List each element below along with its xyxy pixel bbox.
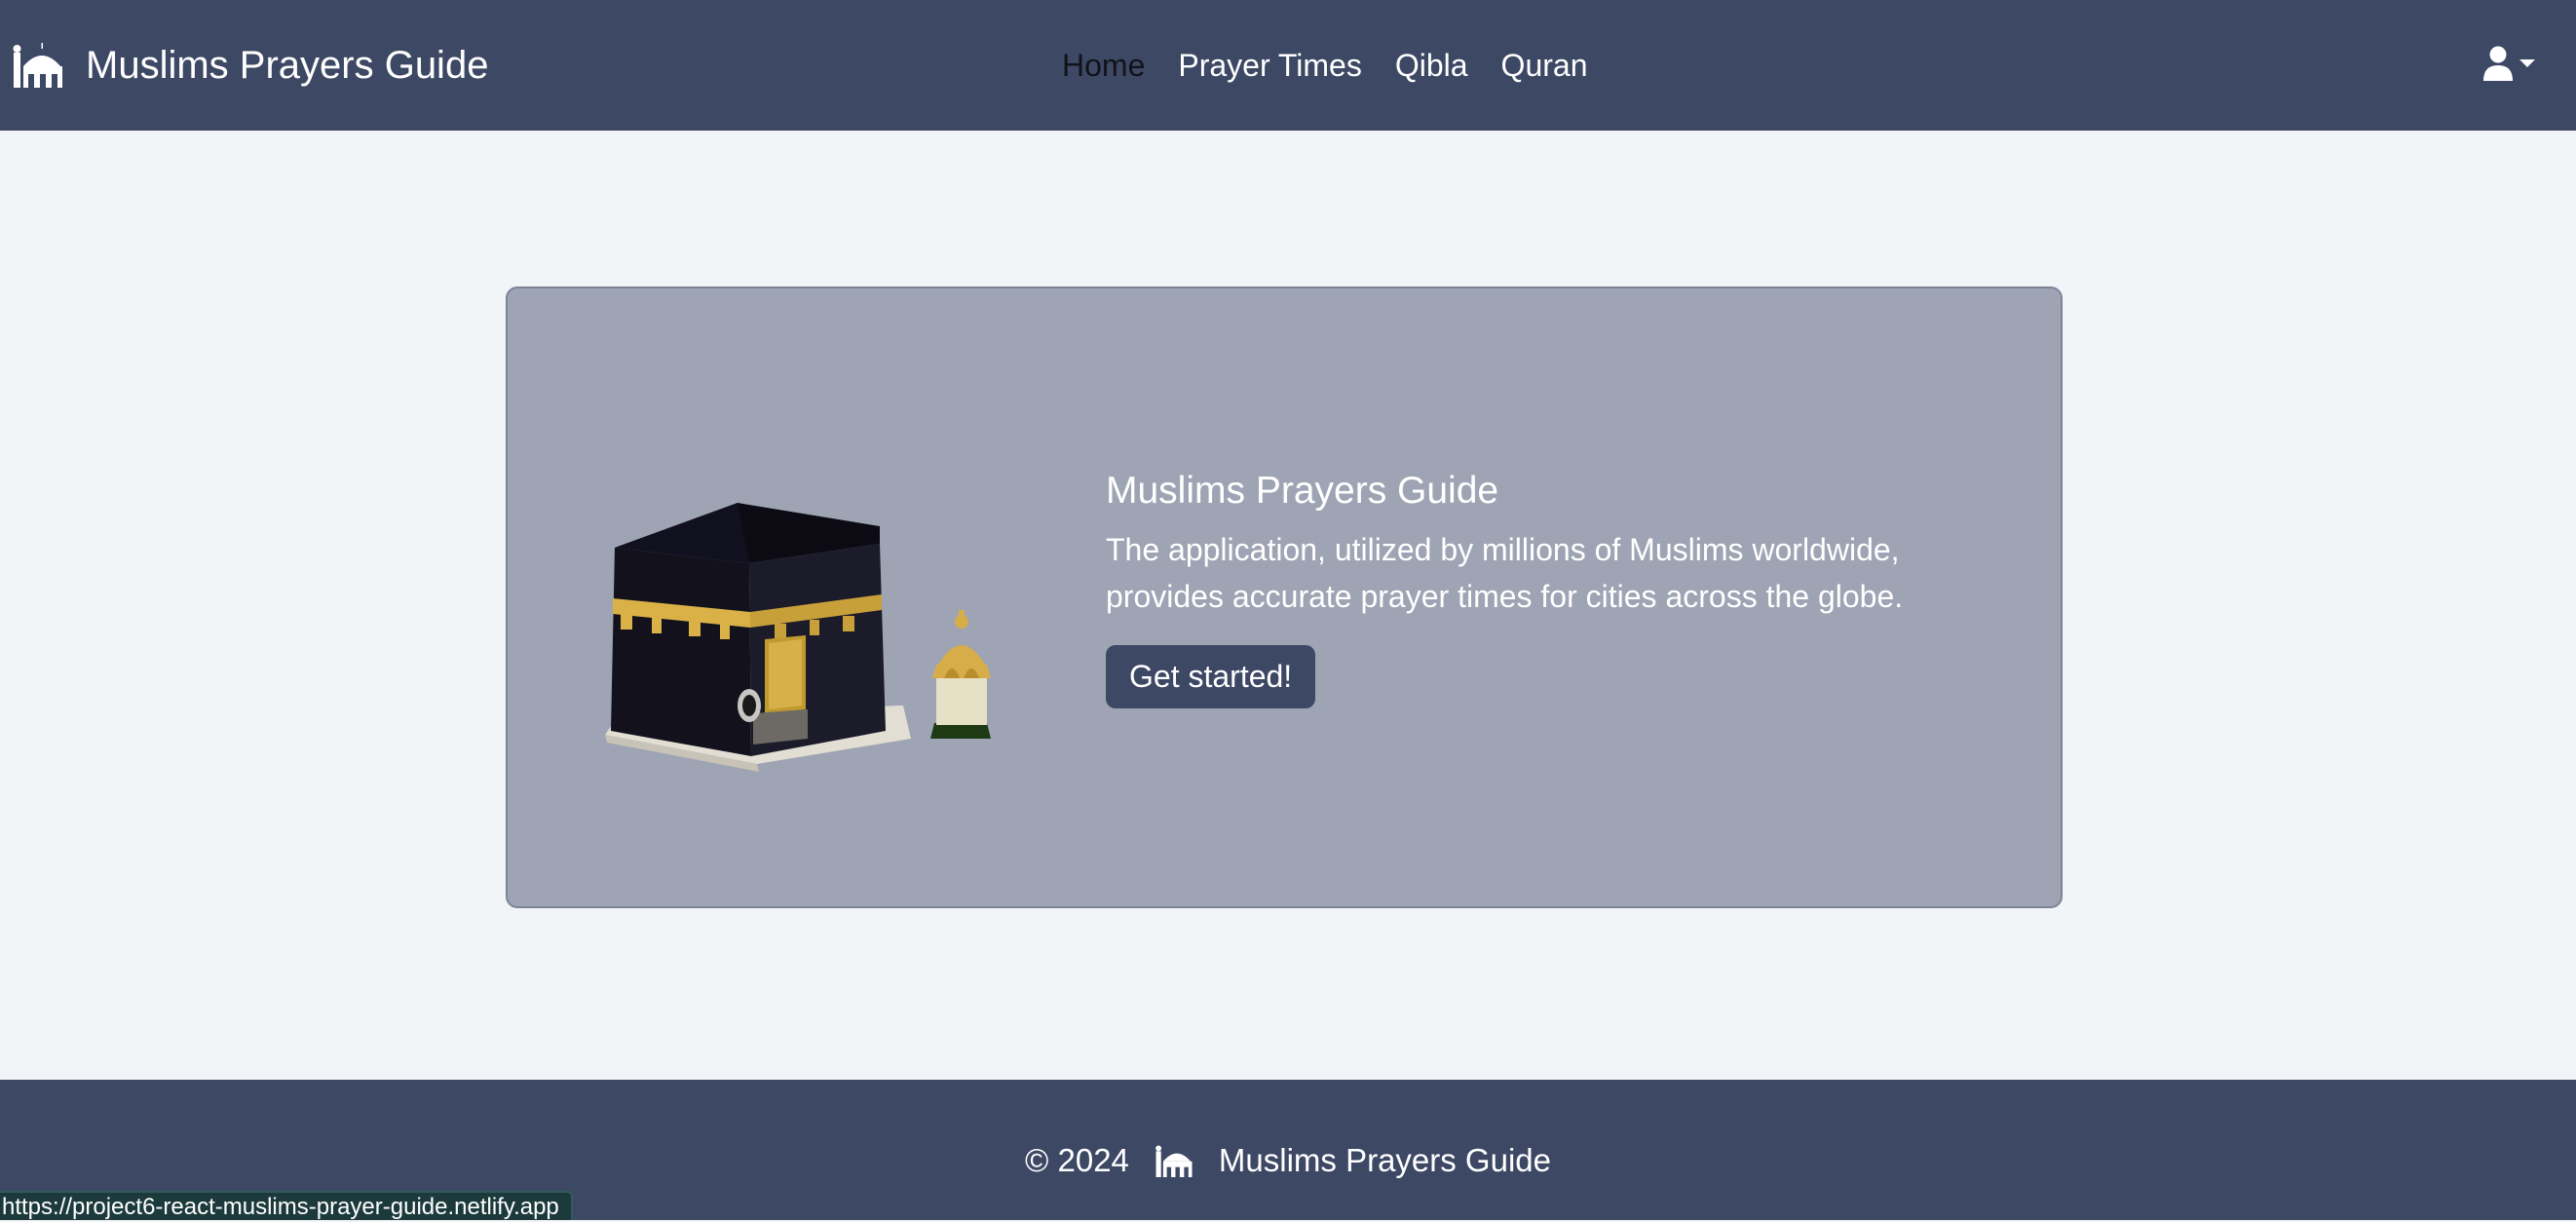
get-started-button[interactable]: Get started! (1106, 645, 1316, 708)
hero-description: The application, utilized by millions of… (1106, 532, 1904, 614)
nav-link-prayer-times[interactable]: Prayer Times (1178, 48, 1361, 84)
nav-link-home[interactable]: Home (1062, 48, 1145, 84)
navbar: Muslims Prayers Guide Home Prayer Times … (0, 0, 2576, 131)
footer-content: © 2024 Muslims Prayers Guide (0, 1142, 2576, 1179)
hero-text: Muslims Prayers Guide The application, u… (1106, 470, 1983, 708)
user-icon (2483, 46, 2513, 81)
caret-down-icon (2519, 59, 2535, 67)
brand-link[interactable]: Muslims Prayers Guide (12, 0, 488, 131)
mosque-icon (1155, 1145, 1193, 1177)
brand-title: Muslims Prayers Guide (86, 43, 489, 87)
nav-link-qibla[interactable]: Qibla (1395, 48, 1468, 84)
footer-title: Muslims Prayers Guide (1218, 1142, 1551, 1178)
nav-links: Home Prayer Times Qibla Quran (1062, 0, 1587, 131)
mosque-icon (13, 43, 62, 88)
hero-title: Muslims Prayers Guide (1106, 470, 1499, 512)
status-bar-url: https://project6-react-muslims-prayer-gu… (0, 1191, 573, 1220)
hero-card: Muslims Prayers Guide The application, u… (506, 286, 2063, 908)
kaaba-illustration (605, 503, 991, 772)
footer-copyright: © 2024 (1025, 1142, 1129, 1178)
user-menu-dropdown[interactable] (2482, 39, 2537, 88)
nav-link-quran[interactable]: Quran (1501, 48, 1588, 84)
